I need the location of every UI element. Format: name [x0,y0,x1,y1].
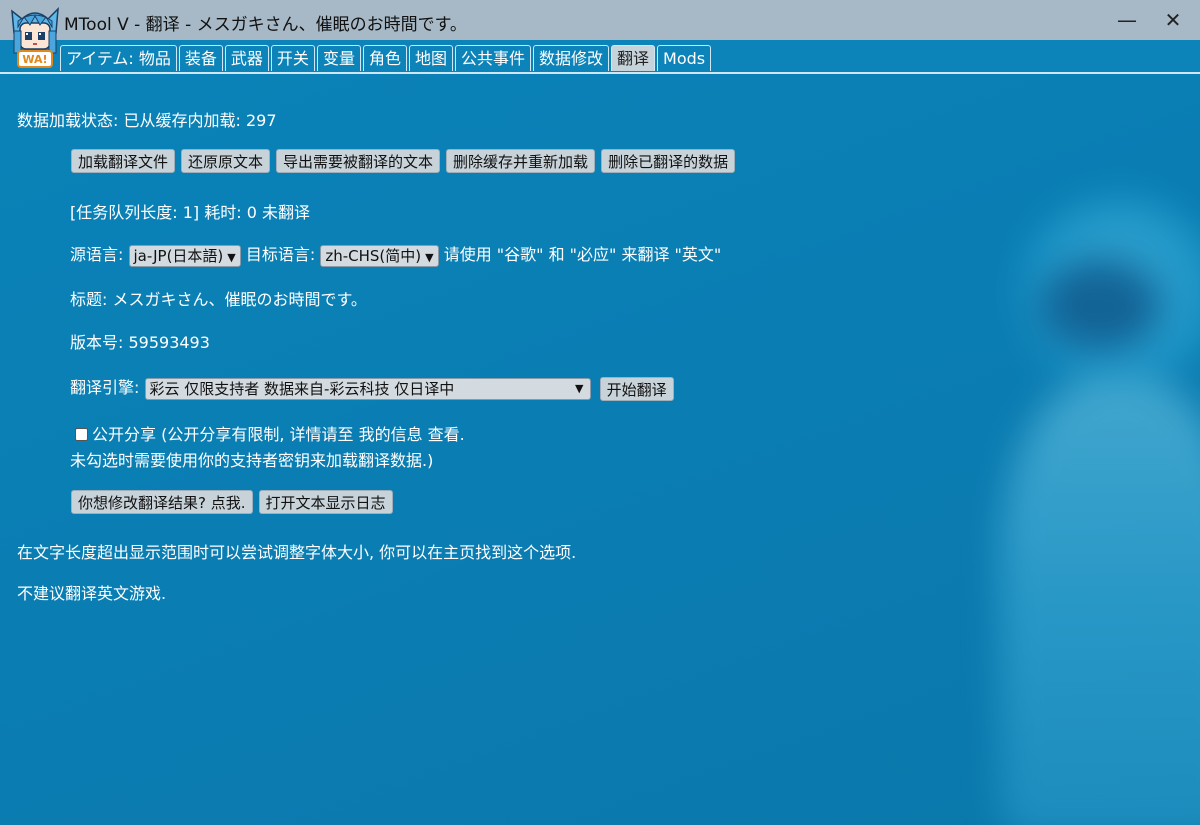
close-button[interactable]: ✕ [1150,2,1196,38]
tab-4[interactable]: 变量 [316,45,361,71]
engine-label: 翻译引擎: [70,378,140,397]
language-hint: 请使用 "谷歌" 和 "必应" 来翻译 "英文" [443,245,722,264]
chevron-down-icon: ▼ [227,250,236,264]
font-size-tip: 在文字长度超出显示范围时可以尝试调整字体大小, 你可以在主页找到这个选项. [17,543,577,562]
tab-7[interactable]: 公共事件 [454,45,531,71]
public-share-label: 公开分享 (公开分享有限制, 详情请至 我的信息 查看. [92,425,465,444]
delete-translated-data-button[interactable]: 删除已翻译的数据 [601,149,736,173]
modify-translation-button[interactable]: 你想修改翻译结果? 点我. [71,490,253,514]
version-text: 版本号: 59593493 [70,333,210,352]
tab-0[interactable]: アイテム: 物品 [60,45,177,71]
delete-cache-reload-button[interactable]: 删除缓存并重新加载 [446,149,596,173]
tab-1[interactable]: 装备 [178,45,223,71]
target-language-label: 目标语言: [245,245,316,264]
start-translation-button[interactable]: 开始翻译 [599,376,674,401]
tab-2[interactable]: 武器 [224,45,269,71]
public-share-note: 未勾选时需要使用你的支持者密钥来加载翻译数据.) [70,451,434,470]
tab-10[interactable]: Mods [657,45,712,71]
translation-panel: 数据加载状态: 已从缓存内加载: 297 加载翻译文件 还原原文本 导出需要被翻译的… [0,74,1200,825]
tab-bar: アイテム: 物品 装备 武器 开关 变量 角色 地图 公共事件 数据修改 翻译 Mods [0,40,1200,74]
language-row: 源语言: ja-JP(日本語) ▼ 目标语言: zh-CHS(简中) ▼ 请使用 "… [70,241,721,267]
game-title-text: 标题: メスガキさん、催眠のお時間です。 [70,290,367,309]
public-share-checkbox[interactable] [75,428,88,441]
app-logo-icon: WA! [11,7,59,68]
open-text-log-button[interactable]: 打开文本显示日志 [258,490,393,514]
source-language-label: 源语言: [70,245,124,264]
load-translation-file-button[interactable]: 加载翻译文件 [71,149,176,173]
export-text-button[interactable]: 导出需要被翻译的文本 [276,149,441,173]
task-queue-status: [任务队列长度: 1] 耗时: 0 未翻译 [70,203,310,222]
source-language-value: ja-JP(日本語) [133,246,224,265]
english-game-tip: 不建议翻译英文游戏. [17,584,167,603]
window-title: MTool V - 翻译 - メスガキさん、催眠のお時間です。 [64,15,467,35]
tab-8[interactable]: 数据修改 [533,45,610,71]
target-language-value: zh-CHS(简中) [325,246,422,265]
minimize-button[interactable]: — [1104,2,1150,38]
mtool-window: MTool V - 翻译 - メスガキさん、催眠のお時間です。 — ✕ WA! … [0,0,1200,825]
tab-6[interactable]: 地图 [408,45,453,71]
translation-engine-value: 彩云 仅限支持者 数据来自-彩云科技 仅日译中 [149,379,455,398]
source-language-select[interactable]: ja-JP(日本語) ▼ [128,244,241,267]
title-bar: MTool V - 翻译 - メスガキさん、催眠のお時間です。 — ✕ [0,0,1200,40]
load-status-text: 数据加载状态: 已从缓存内加载: 297 [17,111,277,130]
engine-row: 翻译引擎: 彩云 仅限支持者 数据来自-彩云科技 仅日译中 ▼ 开始翻译 [70,374,680,401]
translation-engine-select[interactable]: 彩云 仅限支持者 数据来自-彩云科技 仅日译中 ▼ [144,377,591,400]
chevron-down-icon: ▼ [425,250,434,264]
restore-original-text-button[interactable]: 还原原文本 [181,149,271,173]
public-share-row: 公开分享 (公开分享有限制, 详情请至 我的信息 查看. [75,421,465,445]
tab-9[interactable]: 翻译 [611,45,656,71]
target-language-select[interactable]: zh-CHS(简中) ▼ [320,244,439,267]
bottom-button-row: 你想修改翻译结果? 点我. 打开文本显示日志 [71,490,399,514]
tab-3[interactable]: 开关 [270,45,315,71]
app-logo-label: WA! [22,53,47,66]
chevron-down-icon: ▼ [575,381,584,395]
tab-5[interactable]: 角色 [362,45,407,71]
tab-list: アイテム: 物品 装备 武器 开关 变量 角色 地图 公共事件 数据修改 翻译 Mods [60,45,713,71]
action-button-row: 加载翻译文件 还原原文本 导出需要被翻译的文本 删除缓存并重新加载 删除已翻译的数据 [71,149,741,173]
